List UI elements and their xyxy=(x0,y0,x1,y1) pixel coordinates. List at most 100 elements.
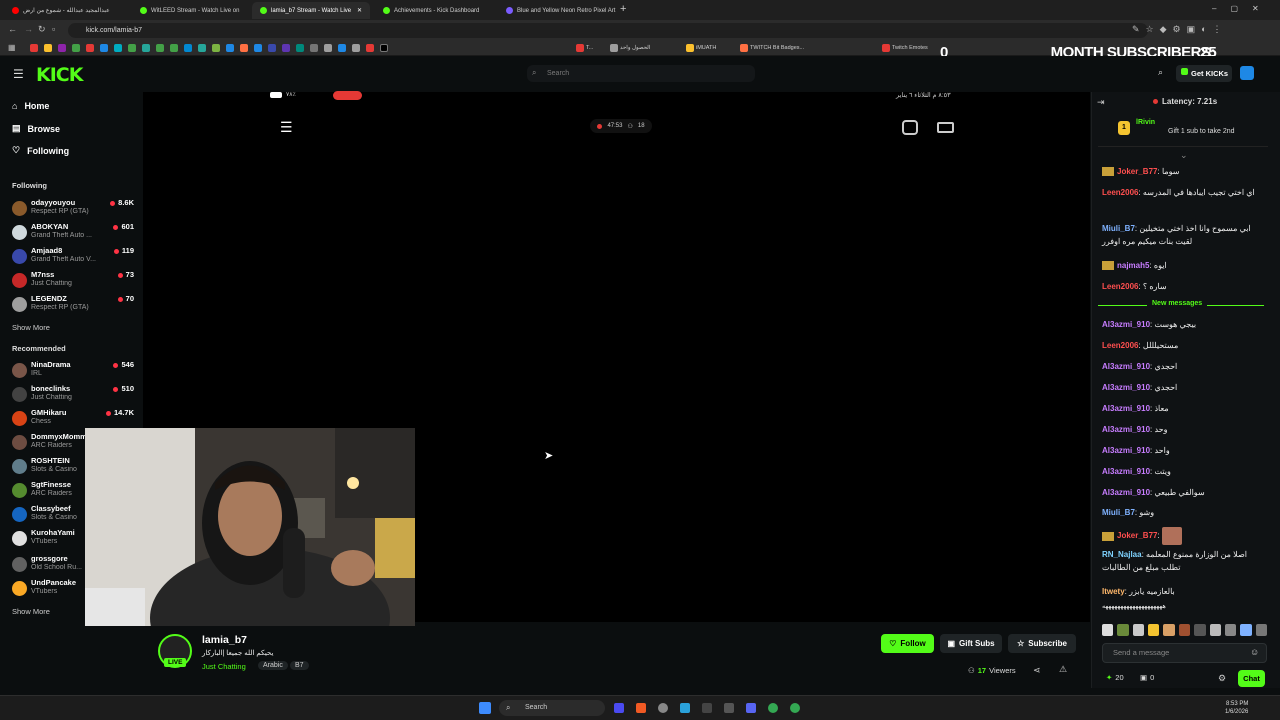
emote-icon[interactable] xyxy=(1148,624,1160,636)
expand-icon[interactable]: ⌄ xyxy=(1180,150,1188,161)
bookmark-icon[interactable] xyxy=(58,44,66,52)
app-icon[interactable] xyxy=(724,703,734,713)
bookmark-icon[interactable] xyxy=(142,44,150,52)
close-tab-icon[interactable]: ✕ xyxy=(357,7,362,14)
chrome-icon[interactable] xyxy=(768,703,778,713)
emote-icon[interactable] xyxy=(1255,624,1267,636)
telegram-icon[interactable] xyxy=(680,703,690,713)
bookmark-icon[interactable] xyxy=(44,44,52,52)
extension-icons[interactable]: ✎☆◆⚙▣◐⋮ xyxy=(1132,24,1228,35)
collapse-chat-icon[interactable]: ⇥ xyxy=(1097,97,1105,108)
gift-count[interactable]: ▣ 0 xyxy=(1140,673,1154,682)
tag-chip[interactable]: Arabic xyxy=(258,661,288,670)
emote-icon[interactable] xyxy=(1132,624,1145,636)
bookmark-icon[interactable] xyxy=(338,44,346,52)
bookmark-icon[interactable] xyxy=(380,44,388,52)
bookmark-icon[interactable] xyxy=(226,44,234,52)
following-channel[interactable]: M7nss Just Chatting 73 xyxy=(12,270,134,294)
camera-switch-icon[interactable] xyxy=(902,120,918,135)
bookmark-icon[interactable] xyxy=(114,44,122,52)
search-input[interactable]: Search xyxy=(527,65,755,82)
sidebar-item-browse[interactable]: ▤ Browse xyxy=(12,123,60,134)
forward-icon[interactable]: → xyxy=(24,24,33,34)
bookmark-item[interactable]: الحصول واحد xyxy=(610,43,650,53)
bookmark-icon[interactable] xyxy=(30,44,38,52)
bookmark-icon[interactable] xyxy=(352,44,360,52)
bookmark-item[interactable]: Twitch Emotes xyxy=(882,43,928,53)
bookmark-icon[interactable] xyxy=(324,44,332,52)
taskbar-search[interactable]: Search xyxy=(499,700,605,716)
bookmark-icon[interactable] xyxy=(254,44,262,52)
bookmark-icon[interactable] xyxy=(184,44,192,52)
browser-tab[interactable]: Achievements - Kick Dashboard xyxy=(375,2,493,19)
app-icon[interactable] xyxy=(614,703,624,713)
bookmark-item[interactable]: T... xyxy=(576,43,593,53)
brave-icon[interactable] xyxy=(636,703,646,713)
apps-icon[interactable]: ▦ xyxy=(8,43,16,52)
sidebar-item-home[interactable]: ⌂ Home xyxy=(12,101,49,111)
browser-tab[interactable]: Blue and Yellow Neon Retro Pixel Art xyxy=(498,2,616,19)
emote-icon[interactable] xyxy=(1209,624,1221,636)
show-more-following[interactable]: Show More xyxy=(12,323,50,332)
emoji-icon[interactable]: ☺ xyxy=(1250,647,1259,657)
following-channel[interactable]: ABOKYAN Grand Theft Auto ... 601 xyxy=(12,222,134,246)
window-controls[interactable]: –▢✕ xyxy=(1212,4,1273,13)
bookmark-icon[interactable] xyxy=(296,44,304,52)
url-field[interactable]: kick.com/lamia-b7 xyxy=(68,23,1148,38)
browser-tab[interactable]: WitLEED Stream - Watch Live on xyxy=(132,2,250,19)
emote-icon[interactable] xyxy=(1102,624,1114,636)
emote-icon[interactable] xyxy=(1224,624,1237,636)
emote-icon[interactable] xyxy=(1163,624,1175,636)
reload-icon[interactable]: ↻ xyxy=(38,24,46,35)
bookmark-icon[interactable] xyxy=(366,44,374,52)
follow-button[interactable]: ♡ Follow xyxy=(881,634,934,653)
browser-tab[interactable]: عبدالمجيد عبدالله - شموع من ارض xyxy=(4,2,129,19)
tag-chip[interactable]: B7 xyxy=(290,661,309,670)
bookmark-icon[interactable] xyxy=(156,44,164,52)
bookmark-item[interactable]: TWITCH Bit Badges... xyxy=(740,43,804,53)
share-icon[interactable]: ⋖ xyxy=(1033,665,1041,676)
bookmark-item[interactable]: iMUATH xyxy=(686,43,716,53)
new-tab-icon[interactable]: + xyxy=(620,3,626,15)
recommended-channel[interactable]: boneclinks Just Chatting 510 xyxy=(12,384,134,408)
bookmark-icon[interactable]: ▫ xyxy=(52,24,55,34)
screen-icon[interactable] xyxy=(937,122,954,133)
bookmark-icon[interactable] xyxy=(282,44,290,52)
category-link[interactable]: Just Chatting xyxy=(202,662,246,671)
following-channel[interactable]: LEGENDZ Respect RP (GTA) 70 xyxy=(12,294,134,318)
subscribe-button[interactable]: ☆ Subscribe xyxy=(1008,634,1076,653)
following-channel[interactable]: odayyouyou Respect RP (GTA) 8.6K xyxy=(12,198,134,222)
back-icon[interactable]: ← xyxy=(8,24,17,34)
taskbar-clock[interactable]: 8:53 PM 1/6/2026 xyxy=(1225,700,1248,716)
bookmark-icon[interactable] xyxy=(100,44,108,52)
streamer-name[interactable]: lamia_b7 xyxy=(202,634,247,646)
emote-icon[interactable] xyxy=(1240,624,1252,636)
app-icon[interactable] xyxy=(658,703,668,713)
gift-subs-button[interactable]: ▣ Gift Subs xyxy=(940,634,1002,653)
bookmark-icon[interactable] xyxy=(170,44,178,52)
bookmark-icon[interactable] xyxy=(72,44,80,52)
bookmark-icon[interactable] xyxy=(212,44,220,52)
channel-points[interactable]: ✦ 20 xyxy=(1106,673,1124,682)
browser-tab-active[interactable]: lamia_b7 Stream - Watch Live ✕ xyxy=(252,2,370,19)
discord-icon[interactable] xyxy=(746,703,756,713)
chrome-icon[interactable] xyxy=(790,703,800,713)
pinned-gift-leaderboard[interactable]: 1 lRivin Gift 1 sub to take 2nd xyxy=(1098,117,1268,147)
sidebar-item-following[interactable]: ♡ Following xyxy=(12,145,69,156)
menu-icon[interactable]: ☰ xyxy=(13,67,24,81)
settings-icon[interactable]: ⚙ xyxy=(1218,673,1226,684)
show-more-recommended[interactable]: Show More xyxy=(12,607,50,616)
bookmark-icon[interactable] xyxy=(240,44,248,52)
app-icon[interactable] xyxy=(702,703,712,713)
kick-logo[interactable]: KICK xyxy=(36,64,83,86)
search-icon[interactable]: ⌕ xyxy=(1158,67,1163,78)
menu-icon[interactable]: ☰ xyxy=(280,119,293,136)
emote-icon[interactable] xyxy=(1194,624,1206,636)
bookmark-icon[interactable] xyxy=(198,44,206,52)
bookmark-icon[interactable] xyxy=(268,44,276,52)
report-icon[interactable]: ⚠ xyxy=(1059,664,1067,675)
emote-icon[interactable] xyxy=(1117,624,1129,636)
bookmark-icon[interactable] xyxy=(86,44,94,52)
bookmark-icon[interactable] xyxy=(310,44,318,52)
send-chat-button[interactable]: Chat xyxy=(1238,670,1265,687)
